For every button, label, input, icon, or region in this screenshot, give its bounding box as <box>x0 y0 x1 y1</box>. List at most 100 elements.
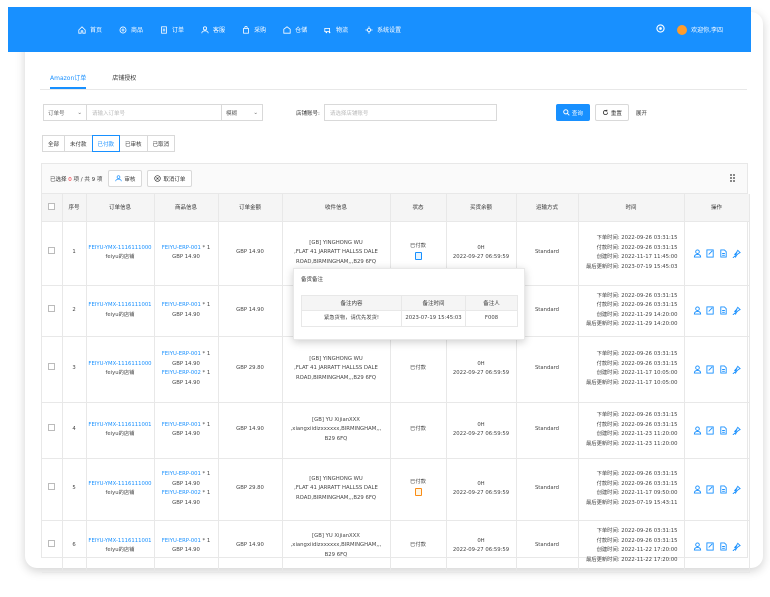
document-icon[interactable] <box>719 484 728 494</box>
address-line: ,xiangxiidizxxxxxx,BIRMINGHAM,,, <box>290 426 382 433</box>
edit-icon[interactable] <box>705 248 715 258</box>
status-tabs: 全部 未付款 已付款 已审核 已取消 <box>42 135 176 152</box>
goods-sku-link[interactable]: FEIYU-ERP-001 <box>162 245 201 251</box>
table-row: 3 FEIYU-YMX-1116111000 feiyu的店铺 FEIYU-ERP-0… <box>42 336 750 403</box>
time-line: 创建时间: 2022-11-22 17:20:00 <box>596 547 678 553</box>
pin-icon[interactable] <box>732 542 741 551</box>
document-icon[interactable] <box>719 541 728 551</box>
nav-item-7[interactable]: 系统设置 <box>365 25 401 34</box>
edit-icon[interactable] <box>705 425 715 435</box>
row-select-cell[interactable] <box>42 520 63 573</box>
status-tab-cancelled[interactable]: 已取消 <box>146 135 176 152</box>
nav-item-4[interactable]: 采购 <box>242 25 266 34</box>
user-icon[interactable] <box>693 248 702 258</box>
order-id-link[interactable]: FEIYU-YMX-1116111000 <box>87 480 154 490</box>
user-icon[interactable] <box>693 541 702 551</box>
status-tab-all[interactable]: 全部 <box>42 135 66 152</box>
row-checkbox[interactable] <box>48 483 56 491</box>
pin-icon[interactable] <box>732 306 741 315</box>
row-checkbox[interactable] <box>48 540 56 548</box>
search-button[interactable]: 查询 <box>555 104 590 121</box>
row-actions <box>685 484 749 494</box>
nav-item-2[interactable]: 订单 <box>160 25 184 34</box>
edit-icon[interactable] <box>705 306 715 315</box>
row-select-cell[interactable] <box>42 458 63 521</box>
user-icon[interactable] <box>693 425 702 435</box>
time-line: 创建时间: 2022-11-17 11:45:00 <box>596 254 678 260</box>
document-icon[interactable] <box>719 364 728 374</box>
audit-button[interactable]: 审核 <box>108 170 143 187</box>
document-icon[interactable] <box>719 306 728 315</box>
document-icon[interactable] <box>719 248 728 258</box>
select-all-checkbox[interactable] <box>48 202 56 210</box>
goods-sku-link[interactable]: FEIYU-ERP-002 <box>162 490 201 496</box>
expand-link[interactable]: 展开 <box>636 109 647 117</box>
column-settings-icon[interactable] <box>729 173 739 183</box>
nav-item-1[interactable]: 商品 <box>119 25 143 34</box>
note-popover: 备货备注 备注内容 备注时间 备注人 紧急货物，请优先发货! 2023-07-1… <box>293 268 525 340</box>
pin-icon[interactable] <box>732 426 741 435</box>
order-id-link[interactable]: FEIYU-YMX-1116111001 <box>87 537 154 547</box>
goods-sku-link[interactable]: FEIYU-ERP-001 <box>162 538 201 544</box>
pin-icon[interactable] <box>732 249 741 258</box>
order-id-link[interactable]: FEIYU-YMX-1116111001 <box>87 421 154 431</box>
order-id-link[interactable]: FEIYU-YMX-1116111000 <box>87 360 154 370</box>
nav-item-3[interactable]: 客服 <box>201 25 225 34</box>
row-select-cell[interactable] <box>42 402 63 459</box>
help-icon[interactable] <box>656 24 665 35</box>
row-checkbox[interactable] <box>48 363 56 371</box>
column-header-0[interactable] <box>42 194 63 222</box>
goods-sku-link[interactable]: FEIYU-ERP-001 <box>162 471 201 477</box>
row-checkbox[interactable] <box>48 424 56 432</box>
avatar[interactable] <box>677 24 688 35</box>
cancel-order-button[interactable]: 取消订单 <box>147 170 193 187</box>
document-icon[interactable] <box>719 425 728 435</box>
note-header-user: 备注人 <box>465 295 518 311</box>
status-tab-audited[interactable]: 已审核 <box>119 135 148 152</box>
order-search-input[interactable]: 请输入订单号 <box>86 104 222 121</box>
nav-item-0[interactable]: 首页 <box>78 25 102 34</box>
balance-value: 0H <box>477 244 485 251</box>
edit-icon[interactable] <box>705 364 715 374</box>
actions-cell <box>684 336 750 403</box>
user-icon[interactable] <box>693 306 702 315</box>
selected-suffix: 项 / 共 9 项 <box>73 176 103 183</box>
match-select[interactable]: 模糊 ⌄ <box>221 104 263 121</box>
row-select-cell[interactable] <box>42 285 63 337</box>
row-select-cell[interactable] <box>42 221 63 286</box>
order-id-link[interactable]: FEIYU-YMX-1116111001 <box>87 301 154 311</box>
goods-sku-link[interactable]: FEIYU-ERP-001 <box>162 422 201 428</box>
pin-icon[interactable] <box>732 485 741 494</box>
nav-item-6[interactable]: 物流 <box>324 25 348 34</box>
goods-sku-link[interactable]: FEIYU-ERP-001 <box>162 351 201 357</box>
reset-button[interactable]: 重置 <box>594 104 629 121</box>
filter-bar: 订单号 ⌄ 请输入订单号 模糊 ⌄ 店铺账号: 请选择店铺账号 查询 重置 展开 <box>43 104 647 121</box>
tab-shop-auth[interactable]: 店铺授权 <box>112 73 136 89</box>
edit-icon[interactable] <box>705 484 715 494</box>
row-checkbox[interactable] <box>48 304 56 312</box>
row-number: 4 <box>62 402 87 459</box>
shop-account-input[interactable]: 请选择店铺账号 <box>323 104 497 121</box>
goods-sku-link[interactable]: FEIYU-ERP-001 <box>162 302 201 308</box>
address-line: [GB] YU XijianXXX <box>312 416 360 423</box>
note-icon[interactable] <box>414 252 422 260</box>
user-icon[interactable] <box>693 484 702 494</box>
row-select-cell[interactable] <box>42 336 63 403</box>
column-header-3: 商品信息 <box>154 194 219 222</box>
match-select-value: 模糊 <box>226 110 238 117</box>
goods-sku-link[interactable]: FEIYU-ERP-002 <box>162 370 201 376</box>
row-checkbox[interactable] <box>48 247 56 255</box>
user-icon[interactable] <box>693 364 702 374</box>
status-tab-unpaid[interactable]: 未付款 <box>64 135 93 152</box>
edit-icon[interactable] <box>705 541 715 551</box>
status-tab-paid[interactable]: 已付款 <box>91 135 121 152</box>
note-icon[interactable] <box>414 488 422 496</box>
field-select[interactable]: 订单号 ⌄ <box>43 104 87 121</box>
order-id-link[interactable]: FEIYU-YMX-1116111000 <box>87 244 154 254</box>
tab-amazon-orders[interactable]: Amazon订单 <box>50 73 87 89</box>
actions-cell <box>684 458 750 521</box>
shop-name: feiyu的店铺 <box>105 311 135 318</box>
pin-icon[interactable] <box>732 365 741 374</box>
nav-item-5[interactable]: 仓储 <box>283 25 307 34</box>
user-greeting[interactable]: 欢迎你,李四 <box>691 25 723 34</box>
